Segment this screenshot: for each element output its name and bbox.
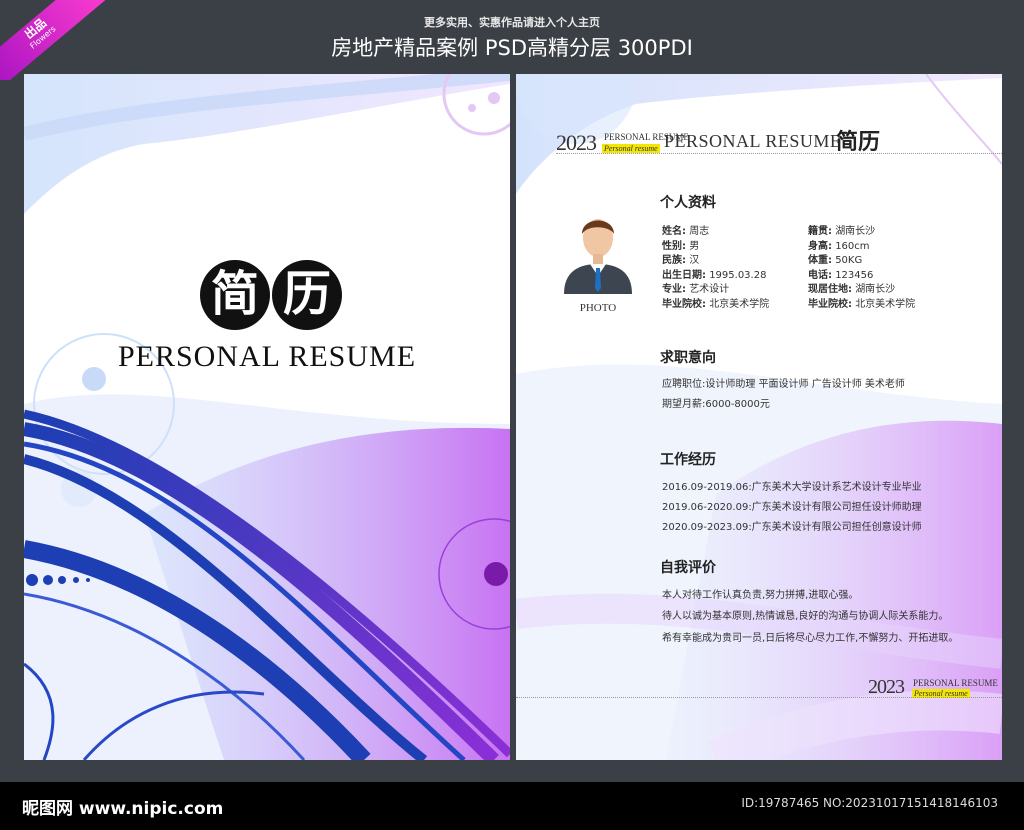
info-value: 汉 bbox=[689, 255, 700, 266]
info-row: 籍贯: 湖南长沙 bbox=[808, 222, 915, 237]
experience-line: 2016.09-2019.06:广东美术大学设计系艺术设计专业毕业 bbox=[662, 482, 922, 493]
info-key: 民族: bbox=[662, 255, 686, 266]
info-row: 毕业院校: 北京美术学院 bbox=[662, 295, 769, 310]
cover-title-char: 简 bbox=[200, 260, 270, 330]
site-logo: 昵图网 www.nipic.com bbox=[22, 799, 224, 819]
info-value: 湖南长沙 bbox=[835, 226, 876, 237]
info-row: 性别: 男 bbox=[662, 237, 769, 252]
cover-page: 简 历 PERSONAL RESUME bbox=[24, 74, 510, 760]
photo-label: PHOTO bbox=[579, 302, 617, 314]
footer-divider bbox=[516, 697, 1002, 698]
info-value: 男 bbox=[689, 240, 700, 252]
avatar-photo bbox=[564, 219, 632, 294]
info-value: 1995.03.28 bbox=[709, 269, 767, 281]
info-key: 身高: bbox=[808, 240, 832, 252]
personal-info-right: 籍贯: 湖南长沙 身高: 160cm 体重: 50KG 电话: 123456 现… bbox=[808, 222, 915, 310]
resume-page: 2023 PERSONAL RESUME Personal resume PER… bbox=[516, 74, 1002, 760]
info-key: 毕业院校: bbox=[808, 298, 852, 310]
self-line: 待人以诚为基本原则,热情诚恳,良好的沟通与协调人际关系能力。 bbox=[662, 611, 949, 622]
resume-title-en: PERSONAL RESUME bbox=[664, 131, 842, 151]
info-value: 湖南长沙 bbox=[855, 284, 896, 295]
info-value: 160cm bbox=[835, 240, 870, 252]
personal-heading: 个人资料 bbox=[660, 195, 716, 211]
info-row: 毕业院校: 北京美术学院 bbox=[808, 295, 915, 310]
resume-title-cn: 简历 bbox=[836, 129, 881, 155]
info-key: 籍贯: bbox=[808, 226, 832, 237]
info-value: 周志 bbox=[689, 226, 710, 237]
watermark-bar: 昵图网 www.nipic.com ID:19787465 NO:2023101… bbox=[0, 782, 1024, 830]
info-key: 毕业院校: bbox=[662, 298, 706, 310]
year-tag: Personal resume bbox=[602, 144, 660, 153]
info-row: 姓名: 周志 bbox=[662, 222, 769, 237]
cover-title-char: 历 bbox=[272, 260, 342, 330]
self-line: 本人对待工作认真负责,努力拼搏,进取心强。 bbox=[662, 590, 859, 601]
info-value: 北京美术学院 bbox=[709, 298, 770, 310]
info-value: 北京美术学院 bbox=[855, 298, 916, 310]
info-key: 姓名: bbox=[662, 226, 686, 237]
info-key: 性别: bbox=[662, 240, 686, 252]
footer-year-number: 2023 bbox=[868, 676, 905, 698]
info-value: 50KG bbox=[835, 255, 863, 266]
footer-year-label: PERSONAL RESUME bbox=[913, 678, 998, 688]
info-row: 民族: 汉 bbox=[662, 251, 769, 266]
info-key: 现居住地: bbox=[808, 284, 852, 295]
experience-heading: 工作经历 bbox=[660, 452, 716, 468]
header-subtitle: 更多实用、实惠作品请进入个人主页 bbox=[424, 16, 600, 29]
cover-title: 简 历 bbox=[200, 260, 342, 330]
info-row: 现居住地: 湖南长沙 bbox=[808, 280, 915, 295]
self-heading: 自我评价 bbox=[660, 560, 716, 576]
intent-heading: 求职意向 bbox=[660, 350, 716, 366]
resume-background-art bbox=[516, 74, 1002, 760]
info-key: 体重: bbox=[808, 255, 832, 266]
experience-line: 2020.09-2023.09:广东美术设计有限公司担任创意设计师 bbox=[662, 522, 922, 533]
intent-line: 期望月薪:6000-8000元 bbox=[662, 399, 770, 410]
header-divider bbox=[556, 153, 1002, 154]
self-line: 希有幸能成为贵司一员,日后将尽心尽力工作,不懈努力、开拓进取。 bbox=[662, 633, 959, 644]
intent-line: 应聘职位:设计师助理 平面设计师 广告设计师 美术老师 bbox=[662, 379, 905, 390]
cover-subtitle: PERSONAL RESUME bbox=[117, 340, 417, 373]
info-key: 电话: bbox=[808, 269, 832, 281]
info-row: 体重: 50KG bbox=[808, 251, 915, 266]
image-id: ID:19787465 NO:20231017151418146103 bbox=[741, 796, 998, 810]
info-value: 123456 bbox=[835, 269, 874, 281]
info-value: 艺术设计 bbox=[689, 284, 730, 295]
info-key: 出生日期: bbox=[662, 269, 706, 281]
info-row: 专业: 艺术设计 bbox=[662, 280, 769, 295]
info-row: 出生日期: 1995.03.28 bbox=[662, 266, 769, 281]
header-title: 房地产精品案例 PSD高精分层 300PDI bbox=[331, 36, 693, 60]
info-key: 专业: bbox=[662, 284, 686, 295]
experience-line: 2019.06-2020.09:广东美术设计有限公司担任设计师助理 bbox=[662, 502, 922, 513]
cover-background-art bbox=[24, 74, 510, 760]
personal-info-left: 姓名: 周志 性别: 男 民族: 汉 出生日期: 1995.03.28 专业: … bbox=[662, 222, 769, 310]
info-row: 身高: 160cm bbox=[808, 237, 915, 252]
info-row: 电话: 123456 bbox=[808, 266, 915, 281]
